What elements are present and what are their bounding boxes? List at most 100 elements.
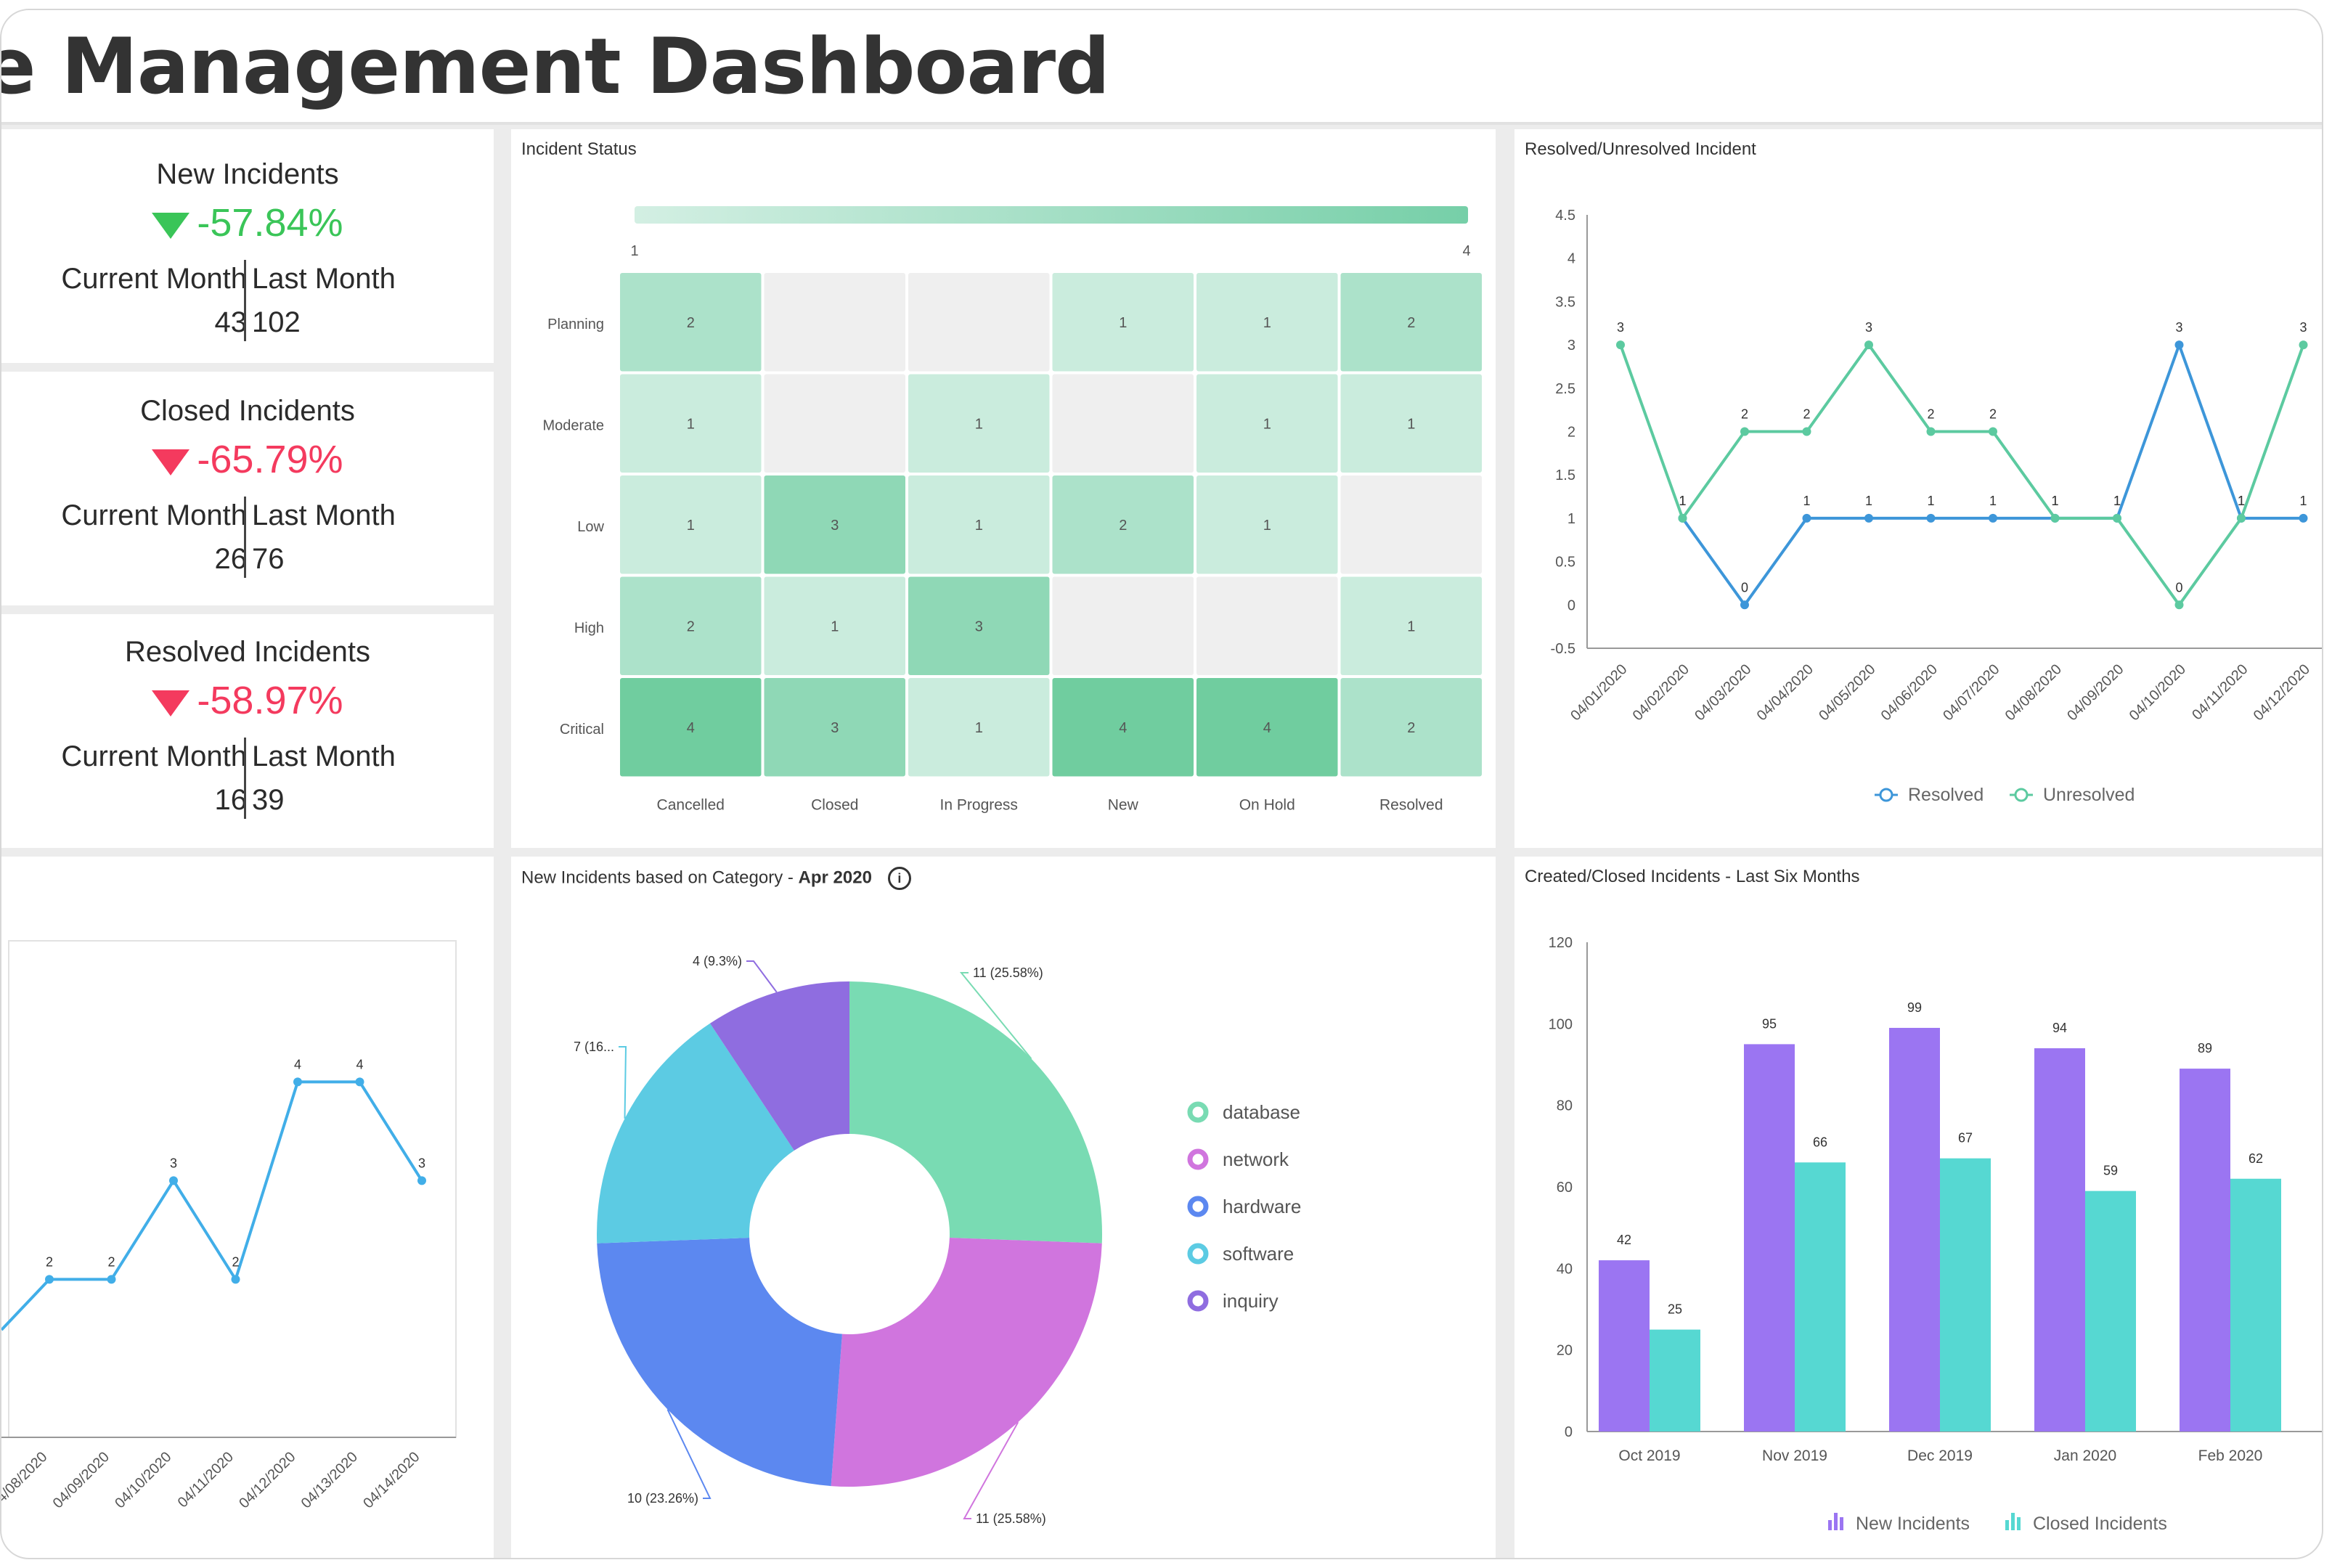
donut-slice-hardware (597, 1238, 842, 1487)
trend-card[interactable]: 2 2 3 2 4 4 3 04/08/2020 04/09/2020 04/10/2020 04/… (1, 857, 494, 1558)
current-month-label: Current Month (61, 740, 247, 772)
cell-value: 2 (1119, 518, 1127, 534)
cell-value: 1 (1407, 416, 1415, 432)
created-closed-card[interactable]: Created/Closed Incidents - Last Six Mont… (1514, 857, 2322, 1558)
kpi-card-closed-incidents[interactable]: Closed Incidents -65.79% Current Month L… (1, 372, 494, 605)
cell-value: 4 (687, 720, 695, 736)
incident-status-card[interactable]: Incident Status 1 4 Planning 2 1 1 2 Moderate 1 1… (511, 129, 1496, 848)
heatmap-cell (764, 374, 905, 473)
legend-label: Unresolved (2043, 785, 2135, 805)
data-label: 3 (1865, 320, 1872, 335)
resolved-unresolved-line-chart: 4.5 4 3.5 3 2.5 2 1.5 1 0.5 0 -0.5 04/01/2020 04/02/… (1551, 208, 2322, 805)
slice-label: 11 (25.58%) (973, 965, 1043, 980)
column-label: Resolved (1379, 797, 1443, 814)
bar-value-label: 67 (1958, 1131, 1973, 1146)
y-tick-label: 4 (1567, 251, 1575, 267)
legend-bar-icon (2017, 1517, 2021, 1530)
category-card[interactable]: New Incidents based on Category - Apr 20… (511, 857, 1496, 1558)
data-point (2299, 340, 2308, 350)
cell-value: 1 (975, 518, 983, 534)
cell-value: 2 (687, 618, 695, 634)
y-tick-label: 0 (1567, 597, 1575, 613)
y-tick-label: 3 (1567, 338, 1575, 354)
cell-value: 1 (1263, 315, 1271, 331)
x-tick-label: 04/09/2020 (2064, 661, 2127, 724)
bar-new-incidents (1599, 1260, 1650, 1432)
row-label: Planning (547, 317, 604, 332)
slice-label: 7 (16... (574, 1040, 614, 1054)
x-tick-label: 04/11/2020 (2189, 661, 2251, 723)
cell-value: 3 (975, 618, 983, 634)
x-tick-label: Nov 2019 (1762, 1447, 1827, 1464)
card-title: Incident Status (521, 139, 637, 159)
heatmap-cell (764, 273, 905, 372)
cell-value: 3 (831, 720, 839, 736)
data-point (2113, 513, 2121, 523)
kpi-card-resolved-incidents[interactable]: Resolved Incidents -58.97% Current Month… (1, 614, 494, 848)
data-point (169, 1176, 178, 1185)
data-label: 1 (1865, 494, 1872, 508)
cell-value: 1 (687, 416, 695, 432)
created-closed-bar-chart: 120 100 80 60 40 20 0 42 25 Oct 2019 95 66 Nov 2019 9… (1549, 935, 2322, 1534)
card-title-period: Apr 2020 (798, 867, 872, 888)
x-tick-label: 04/11/2020 (175, 1449, 237, 1511)
bar-new-incidents (2180, 1069, 2230, 1432)
kpi-divider (244, 738, 246, 819)
slice-leader-line (619, 1046, 627, 1119)
bar-closed-incidents (2230, 1178, 2281, 1432)
y-tick-label: 80 (1557, 1098, 1573, 1114)
data-point (1926, 427, 1936, 436)
resolved-unresolved-card[interactable]: Resolved/Unresolved Incident 4.5 4 3.5 3 2.5… (1514, 129, 2322, 848)
data-label: 1 (1989, 494, 1997, 508)
slice-label: 10 (23.26%) (627, 1491, 698, 1506)
current-month-label: Current Month (61, 499, 247, 531)
legend-label: database (1223, 1101, 1300, 1123)
data-label: 3 (170, 1156, 177, 1170)
data-label: 1 (1803, 494, 1810, 508)
data-point (293, 1077, 302, 1087)
data-label: 3 (1617, 320, 1624, 335)
x-tick-label: 04/08/2020 (1, 1449, 51, 1511)
bar-value-label: 42 (1617, 1233, 1631, 1247)
legend-ring-icon (1187, 1243, 1209, 1265)
data-point (107, 1275, 116, 1284)
kpi-divider (244, 497, 246, 578)
column-label: New (1108, 797, 1139, 814)
data-label: 2 (1989, 407, 1997, 422)
x-tick-label: Dec 2019 (1907, 1447, 1973, 1464)
kpi-change-value: -58.97% (197, 679, 343, 722)
x-tick-label: 04/14/2020 (360, 1449, 423, 1511)
x-tick-label: 04/02/2020 (1630, 661, 1692, 724)
heatmap-cell (1340, 475, 1482, 574)
x-tick-label: 04/06/2020 (1878, 661, 1941, 724)
heatmap-cell (1052, 374, 1194, 473)
data-point (1740, 427, 1749, 436)
column-label: In Progress (940, 797, 1018, 814)
last-month-label: Last Month (252, 263, 396, 295)
legend-label: network (1223, 1148, 1289, 1170)
cell-value: 4 (1119, 720, 1127, 736)
cell-value: 2 (1407, 720, 1415, 736)
x-tick-label: 04/08/2020 (2002, 661, 2065, 724)
current-month-label: Current Month (61, 263, 247, 295)
heatmap-cell (1196, 576, 1338, 675)
y-tick-label: 100 (1549, 1016, 1573, 1032)
x-tick-label: 04/10/2020 (112, 1449, 174, 1511)
data-label: 4 (294, 1057, 301, 1071)
info-icon[interactable]: i (887, 867, 911, 890)
kpi-change-value: -65.79% (197, 438, 343, 481)
data-point (231, 1275, 240, 1284)
data-label: 1 (2299, 494, 2307, 508)
legend-bar-icon (1828, 1520, 1832, 1530)
column-label: Closed (811, 797, 858, 814)
x-tick-label: Oct 2019 (1618, 1447, 1680, 1464)
card-title: Resolved/Unresolved Incident (1525, 139, 1756, 159)
legend-ring-icon (1187, 1148, 1209, 1170)
kpi-card-new-incidents[interactable]: New Incidents -57.84% Current Month Last… (1, 129, 494, 363)
data-point (1678, 513, 1687, 523)
triangle-down-icon (152, 212, 190, 239)
current-month-value: 26 (214, 543, 248, 575)
data-point (2050, 513, 2060, 523)
y-tick-label: 20 (1557, 1343, 1573, 1359)
bar-closed-incidents (2085, 1191, 2136, 1432)
